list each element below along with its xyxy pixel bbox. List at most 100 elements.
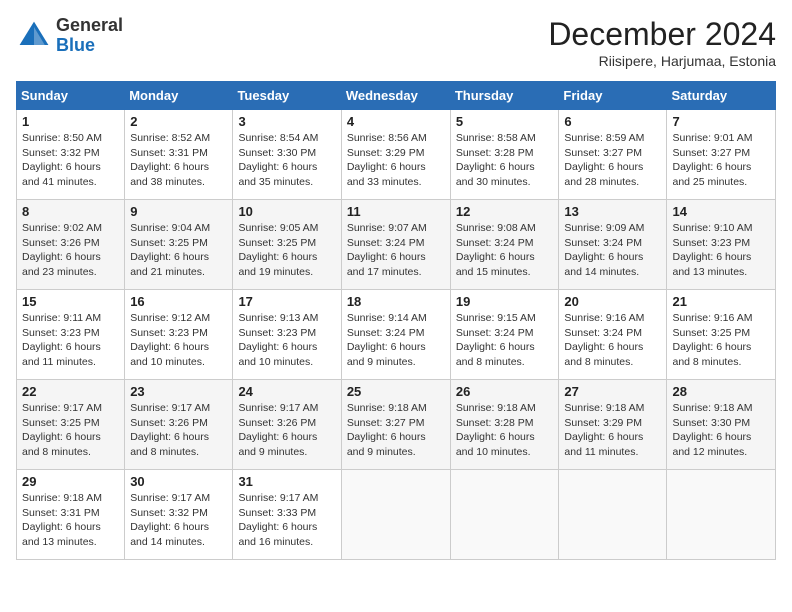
calendar-table: Sunday Monday Tuesday Wednesday Thursday…: [16, 81, 776, 560]
day-info: Sunrise: 9:17 AM Sunset: 3:33 PM Dayligh…: [238, 491, 335, 550]
day-number: 11: [347, 204, 445, 219]
calendar-week-row: 8 Sunrise: 9:02 AM Sunset: 3:26 PM Dayli…: [17, 200, 776, 290]
calendar-week-row: 1 Sunrise: 8:50 AM Sunset: 3:32 PM Dayli…: [17, 110, 776, 200]
day-number: 25: [347, 384, 445, 399]
day-info: Sunrise: 9:17 AM Sunset: 3:32 PM Dayligh…: [130, 491, 227, 550]
calendar-cell: 4 Sunrise: 8:56 AM Sunset: 3:29 PM Dayli…: [341, 110, 450, 200]
col-wednesday: Wednesday: [341, 82, 450, 110]
day-number: 26: [456, 384, 554, 399]
day-number: 7: [672, 114, 770, 129]
day-number: 18: [347, 294, 445, 309]
day-info: Sunrise: 9:12 AM Sunset: 3:23 PM Dayligh…: [130, 311, 227, 370]
day-number: 5: [456, 114, 554, 129]
calendar-cell: 6 Sunrise: 8:59 AM Sunset: 3:27 PM Dayli…: [559, 110, 667, 200]
day-info: Sunrise: 9:17 AM Sunset: 3:26 PM Dayligh…: [130, 401, 227, 460]
calendar-cell: 2 Sunrise: 8:52 AM Sunset: 3:31 PM Dayli…: [125, 110, 233, 200]
logo-general-text: General: [56, 16, 123, 36]
calendar-cell: 29 Sunrise: 9:18 AM Sunset: 3:31 PM Dayl…: [17, 470, 125, 560]
calendar-cell: 3 Sunrise: 8:54 AM Sunset: 3:30 PM Dayli…: [233, 110, 341, 200]
day-number: 12: [456, 204, 554, 219]
day-info: Sunrise: 9:07 AM Sunset: 3:24 PM Dayligh…: [347, 221, 445, 280]
calendar-week-row: 22 Sunrise: 9:17 AM Sunset: 3:25 PM Dayl…: [17, 380, 776, 470]
logo: General Blue: [16, 16, 123, 56]
day-info: Sunrise: 9:15 AM Sunset: 3:24 PM Dayligh…: [456, 311, 554, 370]
day-info: Sunrise: 9:18 AM Sunset: 3:30 PM Dayligh…: [672, 401, 770, 460]
day-number: 1: [22, 114, 119, 129]
logo-blue-text: Blue: [56, 36, 123, 56]
day-info: Sunrise: 9:04 AM Sunset: 3:25 PM Dayligh…: [130, 221, 227, 280]
day-number: 29: [22, 474, 119, 489]
calendar-cell: [341, 470, 450, 560]
day-info: Sunrise: 9:01 AM Sunset: 3:27 PM Dayligh…: [672, 131, 770, 190]
col-saturday: Saturday: [667, 82, 776, 110]
calendar-cell: 8 Sunrise: 9:02 AM Sunset: 3:26 PM Dayli…: [17, 200, 125, 290]
day-info: Sunrise: 9:18 AM Sunset: 3:28 PM Dayligh…: [456, 401, 554, 460]
calendar-cell: [559, 470, 667, 560]
day-number: 19: [456, 294, 554, 309]
calendar-cell: 24 Sunrise: 9:17 AM Sunset: 3:26 PM Dayl…: [233, 380, 341, 470]
day-number: 10: [238, 204, 335, 219]
calendar-cell: 10 Sunrise: 9:05 AM Sunset: 3:25 PM Dayl…: [233, 200, 341, 290]
day-number: 2: [130, 114, 227, 129]
col-tuesday: Tuesday: [233, 82, 341, 110]
day-info: Sunrise: 9:17 AM Sunset: 3:26 PM Dayligh…: [238, 401, 335, 460]
calendar-cell: 15 Sunrise: 9:11 AM Sunset: 3:23 PM Dayl…: [17, 290, 125, 380]
day-number: 28: [672, 384, 770, 399]
day-number: 15: [22, 294, 119, 309]
day-number: 27: [564, 384, 661, 399]
day-number: 30: [130, 474, 227, 489]
col-thursday: Thursday: [450, 82, 559, 110]
calendar-cell: 16 Sunrise: 9:12 AM Sunset: 3:23 PM Dayl…: [125, 290, 233, 380]
calendar-cell: 1 Sunrise: 8:50 AM Sunset: 3:32 PM Dayli…: [17, 110, 125, 200]
calendar-cell: 31 Sunrise: 9:17 AM Sunset: 3:33 PM Dayl…: [233, 470, 341, 560]
day-info: Sunrise: 9:16 AM Sunset: 3:24 PM Dayligh…: [564, 311, 661, 370]
day-info: Sunrise: 8:52 AM Sunset: 3:31 PM Dayligh…: [130, 131, 227, 190]
day-info: Sunrise: 8:59 AM Sunset: 3:27 PM Dayligh…: [564, 131, 661, 190]
calendar-cell: 9 Sunrise: 9:04 AM Sunset: 3:25 PM Dayli…: [125, 200, 233, 290]
calendar-cell: [667, 470, 776, 560]
day-number: 22: [22, 384, 119, 399]
day-number: 9: [130, 204, 227, 219]
day-number: 14: [672, 204, 770, 219]
day-number: 20: [564, 294, 661, 309]
calendar-cell: 25 Sunrise: 9:18 AM Sunset: 3:27 PM Dayl…: [341, 380, 450, 470]
calendar-cell: 28 Sunrise: 9:18 AM Sunset: 3:30 PM Dayl…: [667, 380, 776, 470]
day-info: Sunrise: 8:56 AM Sunset: 3:29 PM Dayligh…: [347, 131, 445, 190]
day-number: 21: [672, 294, 770, 309]
location: Riisipere, Harjumaa, Estonia: [548, 53, 776, 69]
calendar-cell: 14 Sunrise: 9:10 AM Sunset: 3:23 PM Dayl…: [667, 200, 776, 290]
day-info: Sunrise: 9:05 AM Sunset: 3:25 PM Dayligh…: [238, 221, 335, 280]
calendar-cell: 26 Sunrise: 9:18 AM Sunset: 3:28 PM Dayl…: [450, 380, 559, 470]
logo-icon: [16, 18, 52, 54]
day-info: Sunrise: 9:02 AM Sunset: 3:26 PM Dayligh…: [22, 221, 119, 280]
calendar-cell: 7 Sunrise: 9:01 AM Sunset: 3:27 PM Dayli…: [667, 110, 776, 200]
calendar-cell: 12 Sunrise: 9:08 AM Sunset: 3:24 PM Dayl…: [450, 200, 559, 290]
calendar-cell: 22 Sunrise: 9:17 AM Sunset: 3:25 PM Dayl…: [17, 380, 125, 470]
day-info: Sunrise: 9:18 AM Sunset: 3:27 PM Dayligh…: [347, 401, 445, 460]
day-info: Sunrise: 9:14 AM Sunset: 3:24 PM Dayligh…: [347, 311, 445, 370]
calendar-cell: 27 Sunrise: 9:18 AM Sunset: 3:29 PM Dayl…: [559, 380, 667, 470]
day-info: Sunrise: 8:58 AM Sunset: 3:28 PM Dayligh…: [456, 131, 554, 190]
calendar-cell: 18 Sunrise: 9:14 AM Sunset: 3:24 PM Dayl…: [341, 290, 450, 380]
day-number: 3: [238, 114, 335, 129]
calendar-cell: 21 Sunrise: 9:16 AM Sunset: 3:25 PM Dayl…: [667, 290, 776, 380]
calendar-cell: 17 Sunrise: 9:13 AM Sunset: 3:23 PM Dayl…: [233, 290, 341, 380]
col-sunday: Sunday: [17, 82, 125, 110]
day-number: 16: [130, 294, 227, 309]
calendar-header-row: Sunday Monday Tuesday Wednesday Thursday…: [17, 82, 776, 110]
month-title: December 2024: [548, 16, 776, 53]
day-info: Sunrise: 9:13 AM Sunset: 3:23 PM Dayligh…: [238, 311, 335, 370]
calendar-week-row: 29 Sunrise: 9:18 AM Sunset: 3:31 PM Dayl…: [17, 470, 776, 560]
day-info: Sunrise: 9:08 AM Sunset: 3:24 PM Dayligh…: [456, 221, 554, 280]
calendar-cell: 20 Sunrise: 9:16 AM Sunset: 3:24 PM Dayl…: [559, 290, 667, 380]
page-header: General Blue December 2024 Riisipere, Ha…: [16, 16, 776, 69]
day-info: Sunrise: 9:18 AM Sunset: 3:31 PM Dayligh…: [22, 491, 119, 550]
day-info: Sunrise: 8:50 AM Sunset: 3:32 PM Dayligh…: [22, 131, 119, 190]
day-info: Sunrise: 9:17 AM Sunset: 3:25 PM Dayligh…: [22, 401, 119, 460]
day-info: Sunrise: 8:54 AM Sunset: 3:30 PM Dayligh…: [238, 131, 335, 190]
calendar-cell: 23 Sunrise: 9:17 AM Sunset: 3:26 PM Dayl…: [125, 380, 233, 470]
day-number: 24: [238, 384, 335, 399]
day-number: 17: [238, 294, 335, 309]
col-monday: Monday: [125, 82, 233, 110]
day-number: 31: [238, 474, 335, 489]
